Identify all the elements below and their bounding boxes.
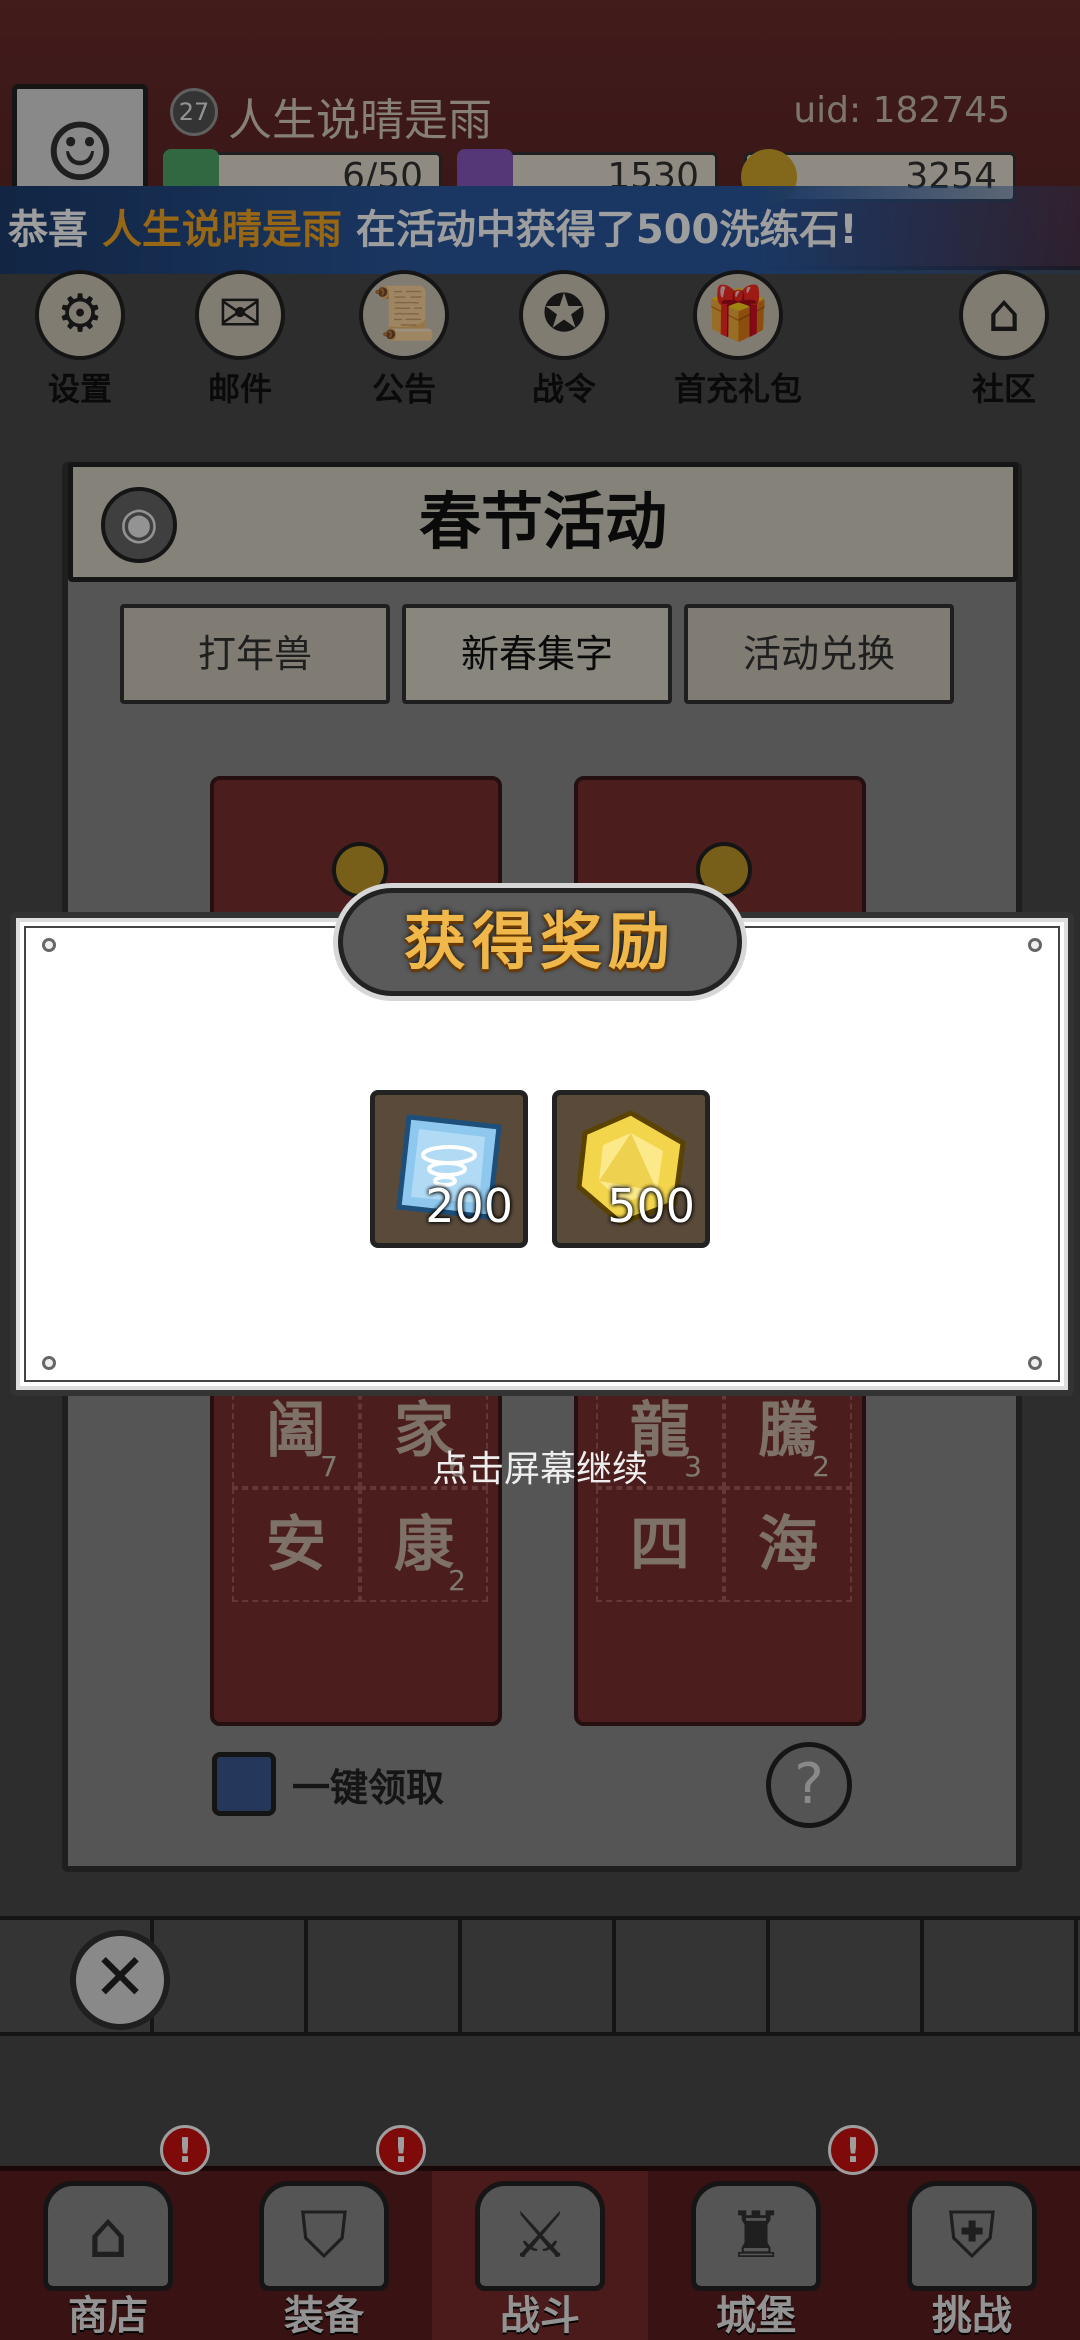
reward-popup-banner: 获得奖励	[338, 888, 742, 996]
rivet	[42, 1356, 56, 1370]
rivet	[1028, 1356, 1042, 1370]
reward-popup-title: 获得奖励	[403, 905, 676, 978]
reward-item-whirlwind-crystal[interactable]: 200	[370, 1090, 528, 1248]
reward-item-yellow-gem[interactable]: 500	[552, 1090, 710, 1248]
rivet	[42, 938, 56, 952]
rivet	[1028, 938, 1042, 952]
reward-amount: 500	[607, 1179, 695, 1233]
tap-to-continue-hint: 点击屏幕继续	[431, 1449, 648, 1490]
reward-amount: 200	[425, 1179, 513, 1233]
